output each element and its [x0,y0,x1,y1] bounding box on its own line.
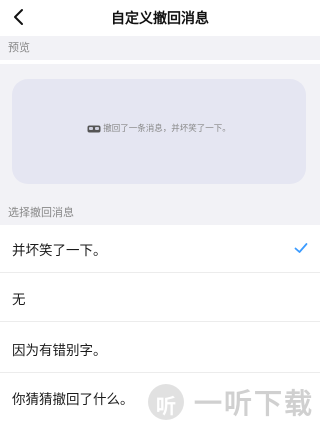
choose-recall-section-label: 选择撤回消息 [0,201,320,225]
option-label: 并坏笑了一下。 [12,243,107,259]
recall-option-smirk[interactable]: 并坏笑了一下。 [0,225,320,273]
option-label: 因为有错别字。 [12,343,107,359]
recall-glasses-icon [87,125,101,133]
page-title: 自定义撤回消息 [111,11,209,27]
recall-option-none[interactable]: 无 [0,274,320,322]
top-nav-bar: 自定义撤回消息 [0,0,320,36]
preview-message-text: 撤回了一条消息，并坏笑了一下。 [103,124,231,134]
recall-message-settings-screen: 自定义撤回消息 预览 撤回了一条消息，并坏笑了一下。 选择撤回消息 并坏笑了一下… [0,0,320,425]
preview-section-label: 预览 [0,36,320,60]
recall-option-typo[interactable]: 因为有错别字。 [0,325,320,373]
preview-card: 撤回了一条消息，并坏笑了一下。 [12,79,306,184]
recall-option-guess[interactable]: 你猜猜撤回了什么。 [0,374,320,422]
preview-message: 撤回了一条消息，并坏笑了一下。 [12,122,306,134]
option-label: 无 [12,292,26,308]
preview-area: 撤回了一条消息，并坏笑了一下。 [0,64,320,201]
checkmark-icon [294,243,308,253]
option-label: 你猜猜撤回了什么。 [12,392,134,408]
